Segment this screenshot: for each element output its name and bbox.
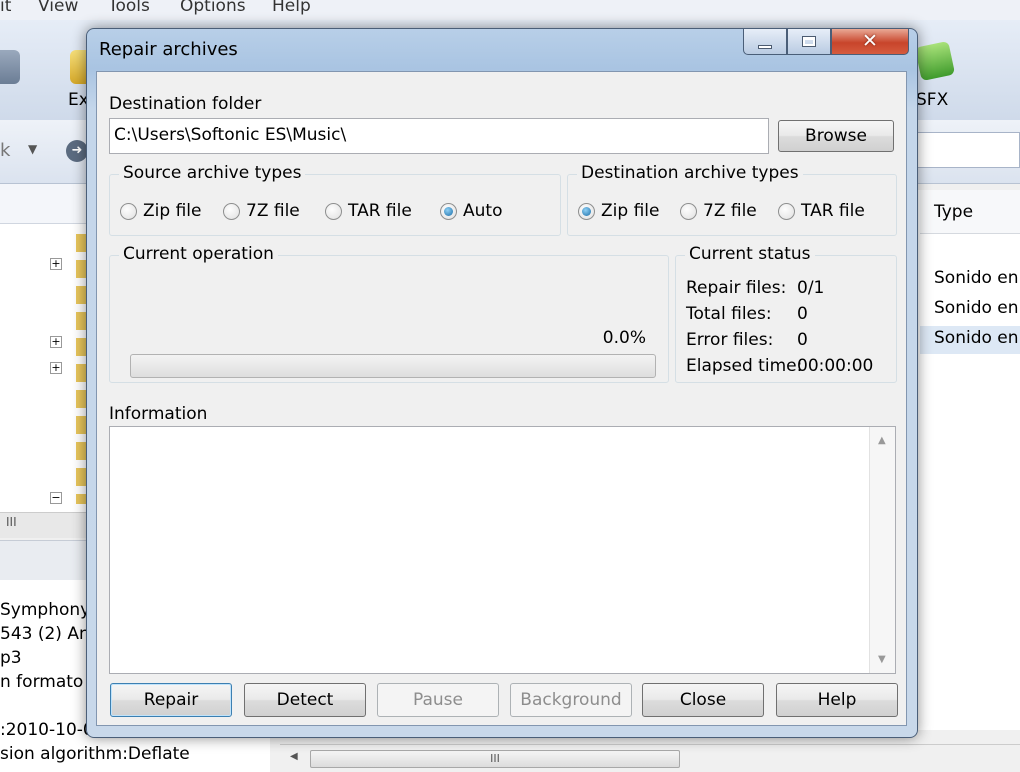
background-pane-divider xyxy=(0,540,86,580)
maximize-icon xyxy=(802,36,816,47)
radio-zip-indicator xyxy=(578,202,595,220)
current-status-title: Current status xyxy=(685,244,815,264)
tree-expand-icon[interactable]: + xyxy=(50,362,62,374)
list-item[interactable]: Sonido en xyxy=(920,326,1020,354)
repair-files-label: Repair files: xyxy=(686,278,787,298)
maximize-button[interactable] xyxy=(787,29,831,55)
background-folder-tree[interactable]: + + + − xyxy=(0,224,86,514)
dialog-client-area: Destination folder C:\Users\Softonic ES\… xyxy=(96,71,907,726)
source-radio-zip-label: Zip file xyxy=(143,201,202,221)
total-files-label: Total files: xyxy=(686,304,772,324)
source-archive-types-group: Source archive types Zip file 7Z file TA… xyxy=(109,163,561,236)
background-address-bar[interactable] xyxy=(900,132,1020,168)
minimize-icon xyxy=(758,44,772,49)
radio-7z-indicator xyxy=(680,202,697,220)
close-icon: ✕ xyxy=(862,30,878,52)
list-item[interactable]: Sonido en xyxy=(934,298,1019,318)
scroll-left-icon[interactable]: ◀ xyxy=(290,751,298,762)
current-status-group: Current status Repair files: 0/1 Total f… xyxy=(675,244,897,383)
background-scroll-thumb[interactable]: III xyxy=(310,750,680,768)
scroll-grip: III xyxy=(6,515,17,529)
menu-help[interactable]: Help xyxy=(272,0,311,16)
error-files-label: Error files: xyxy=(686,330,774,350)
background-button[interactable]: Background xyxy=(510,683,632,717)
repair-files-value: 0/1 xyxy=(797,278,825,298)
menu-tools[interactable]: Tools xyxy=(108,0,150,16)
destination-radio-tar-label: TAR file xyxy=(801,201,865,221)
destination-folder-input[interactable]: C:\Users\Softonic ES\Music\ xyxy=(109,118,769,154)
tree-folder-icons xyxy=(76,234,86,504)
source-radio-auto-label: Auto xyxy=(463,201,503,221)
menu-edit[interactable]: it xyxy=(0,0,11,16)
toolbar-partial-icon[interactable] xyxy=(0,50,20,84)
source-radio-7z[interactable]: 7Z file xyxy=(223,201,300,221)
destination-radio-7z-label: 7Z file xyxy=(703,201,757,221)
destination-radio-7z[interactable]: 7Z file xyxy=(680,201,757,221)
close-window-button[interactable]: ✕ xyxy=(831,29,909,55)
menu-options[interactable]: Options xyxy=(180,0,246,16)
scroll-grip: III xyxy=(490,752,500,765)
destination-radio-zip-label: Zip file xyxy=(601,201,660,221)
information-label: Information xyxy=(109,404,208,424)
detect-button[interactable]: Detect xyxy=(244,683,366,717)
elapsed-time-label: Elapsed time: xyxy=(686,356,803,376)
minimize-button[interactable] xyxy=(743,29,787,55)
dialog-title: Repair archives xyxy=(99,39,238,60)
go-arrow-icon[interactable]: ➜ xyxy=(66,140,88,162)
source-radio-tar[interactable]: TAR file xyxy=(325,201,412,221)
pause-button[interactable]: Pause xyxy=(377,683,499,717)
nav-back-label[interactable]: k xyxy=(0,140,10,161)
source-radio-tar-label: TAR file xyxy=(348,201,412,221)
toolbar-sfx-label: SFX xyxy=(916,90,949,110)
current-operation-title: Current operation xyxy=(119,244,278,264)
detail-line: sion algorithm:Deflate xyxy=(0,744,190,764)
sfx-icon[interactable] xyxy=(914,40,956,82)
progress-percent-text: 0.0% xyxy=(602,328,646,348)
radio-tar-indicator xyxy=(778,202,795,220)
radio-tar-indicator xyxy=(325,202,342,220)
chevron-down-icon[interactable]: ▼ xyxy=(28,142,37,156)
background-tree-scrollbar[interactable]: III xyxy=(0,512,86,538)
close-button[interactable]: Close xyxy=(642,683,764,717)
repair-button[interactable]: Repair xyxy=(110,683,232,717)
background-tree-header xyxy=(0,184,86,224)
destination-archive-types-group: Destination archive types Zip file 7Z fi… xyxy=(567,163,897,236)
destination-archive-types-title: Destination archive types xyxy=(577,163,803,183)
background-menubar: it View Tools Options Help xyxy=(0,0,1020,20)
window-caption-buttons: ✕ xyxy=(743,29,909,59)
help-button[interactable]: Help xyxy=(776,683,898,717)
radio-7z-indicator xyxy=(223,202,240,220)
radio-auto-indicator xyxy=(440,202,457,220)
destination-radio-zip[interactable]: Zip file xyxy=(578,201,659,221)
menu-view[interactable]: View xyxy=(38,0,78,16)
source-radio-7z-label: 7Z file xyxy=(246,201,300,221)
information-scrollbar[interactable]: ▲ ▼ xyxy=(869,427,895,673)
source-radio-auto[interactable]: Auto xyxy=(440,201,502,221)
total-files-value: 0 xyxy=(797,304,808,324)
destination-radio-tar[interactable]: TAR file xyxy=(778,201,865,221)
source-archive-types-title: Source archive types xyxy=(119,163,306,183)
column-header-type[interactable]: Type xyxy=(920,190,1020,234)
scroll-down-icon[interactable]: ▼ xyxy=(878,654,886,665)
progress-bar xyxy=(130,354,656,378)
radio-zip-indicator xyxy=(120,202,137,220)
tree-collapse-icon[interactable]: − xyxy=(50,492,62,504)
list-item[interactable]: Sonido en xyxy=(934,268,1019,288)
information-log[interactable]: ▲ ▼ xyxy=(109,426,896,674)
source-radio-zip[interactable]: Zip file xyxy=(120,201,201,221)
current-operation-group: Current operation 0.0% xyxy=(109,244,669,383)
browse-button[interactable]: Browse xyxy=(778,120,894,152)
scroll-up-icon[interactable]: ▲ xyxy=(878,435,886,446)
tree-expand-icon[interactable]: + xyxy=(50,336,62,348)
elapsed-time-value: 00:00:00 xyxy=(797,356,874,376)
repair-archives-dialog: Repair archives ✕ Destination folder C:\… xyxy=(86,28,918,738)
error-files-value: 0 xyxy=(797,330,808,350)
destination-folder-label: Destination folder xyxy=(109,94,262,114)
tree-expand-icon[interactable]: + xyxy=(50,258,62,270)
